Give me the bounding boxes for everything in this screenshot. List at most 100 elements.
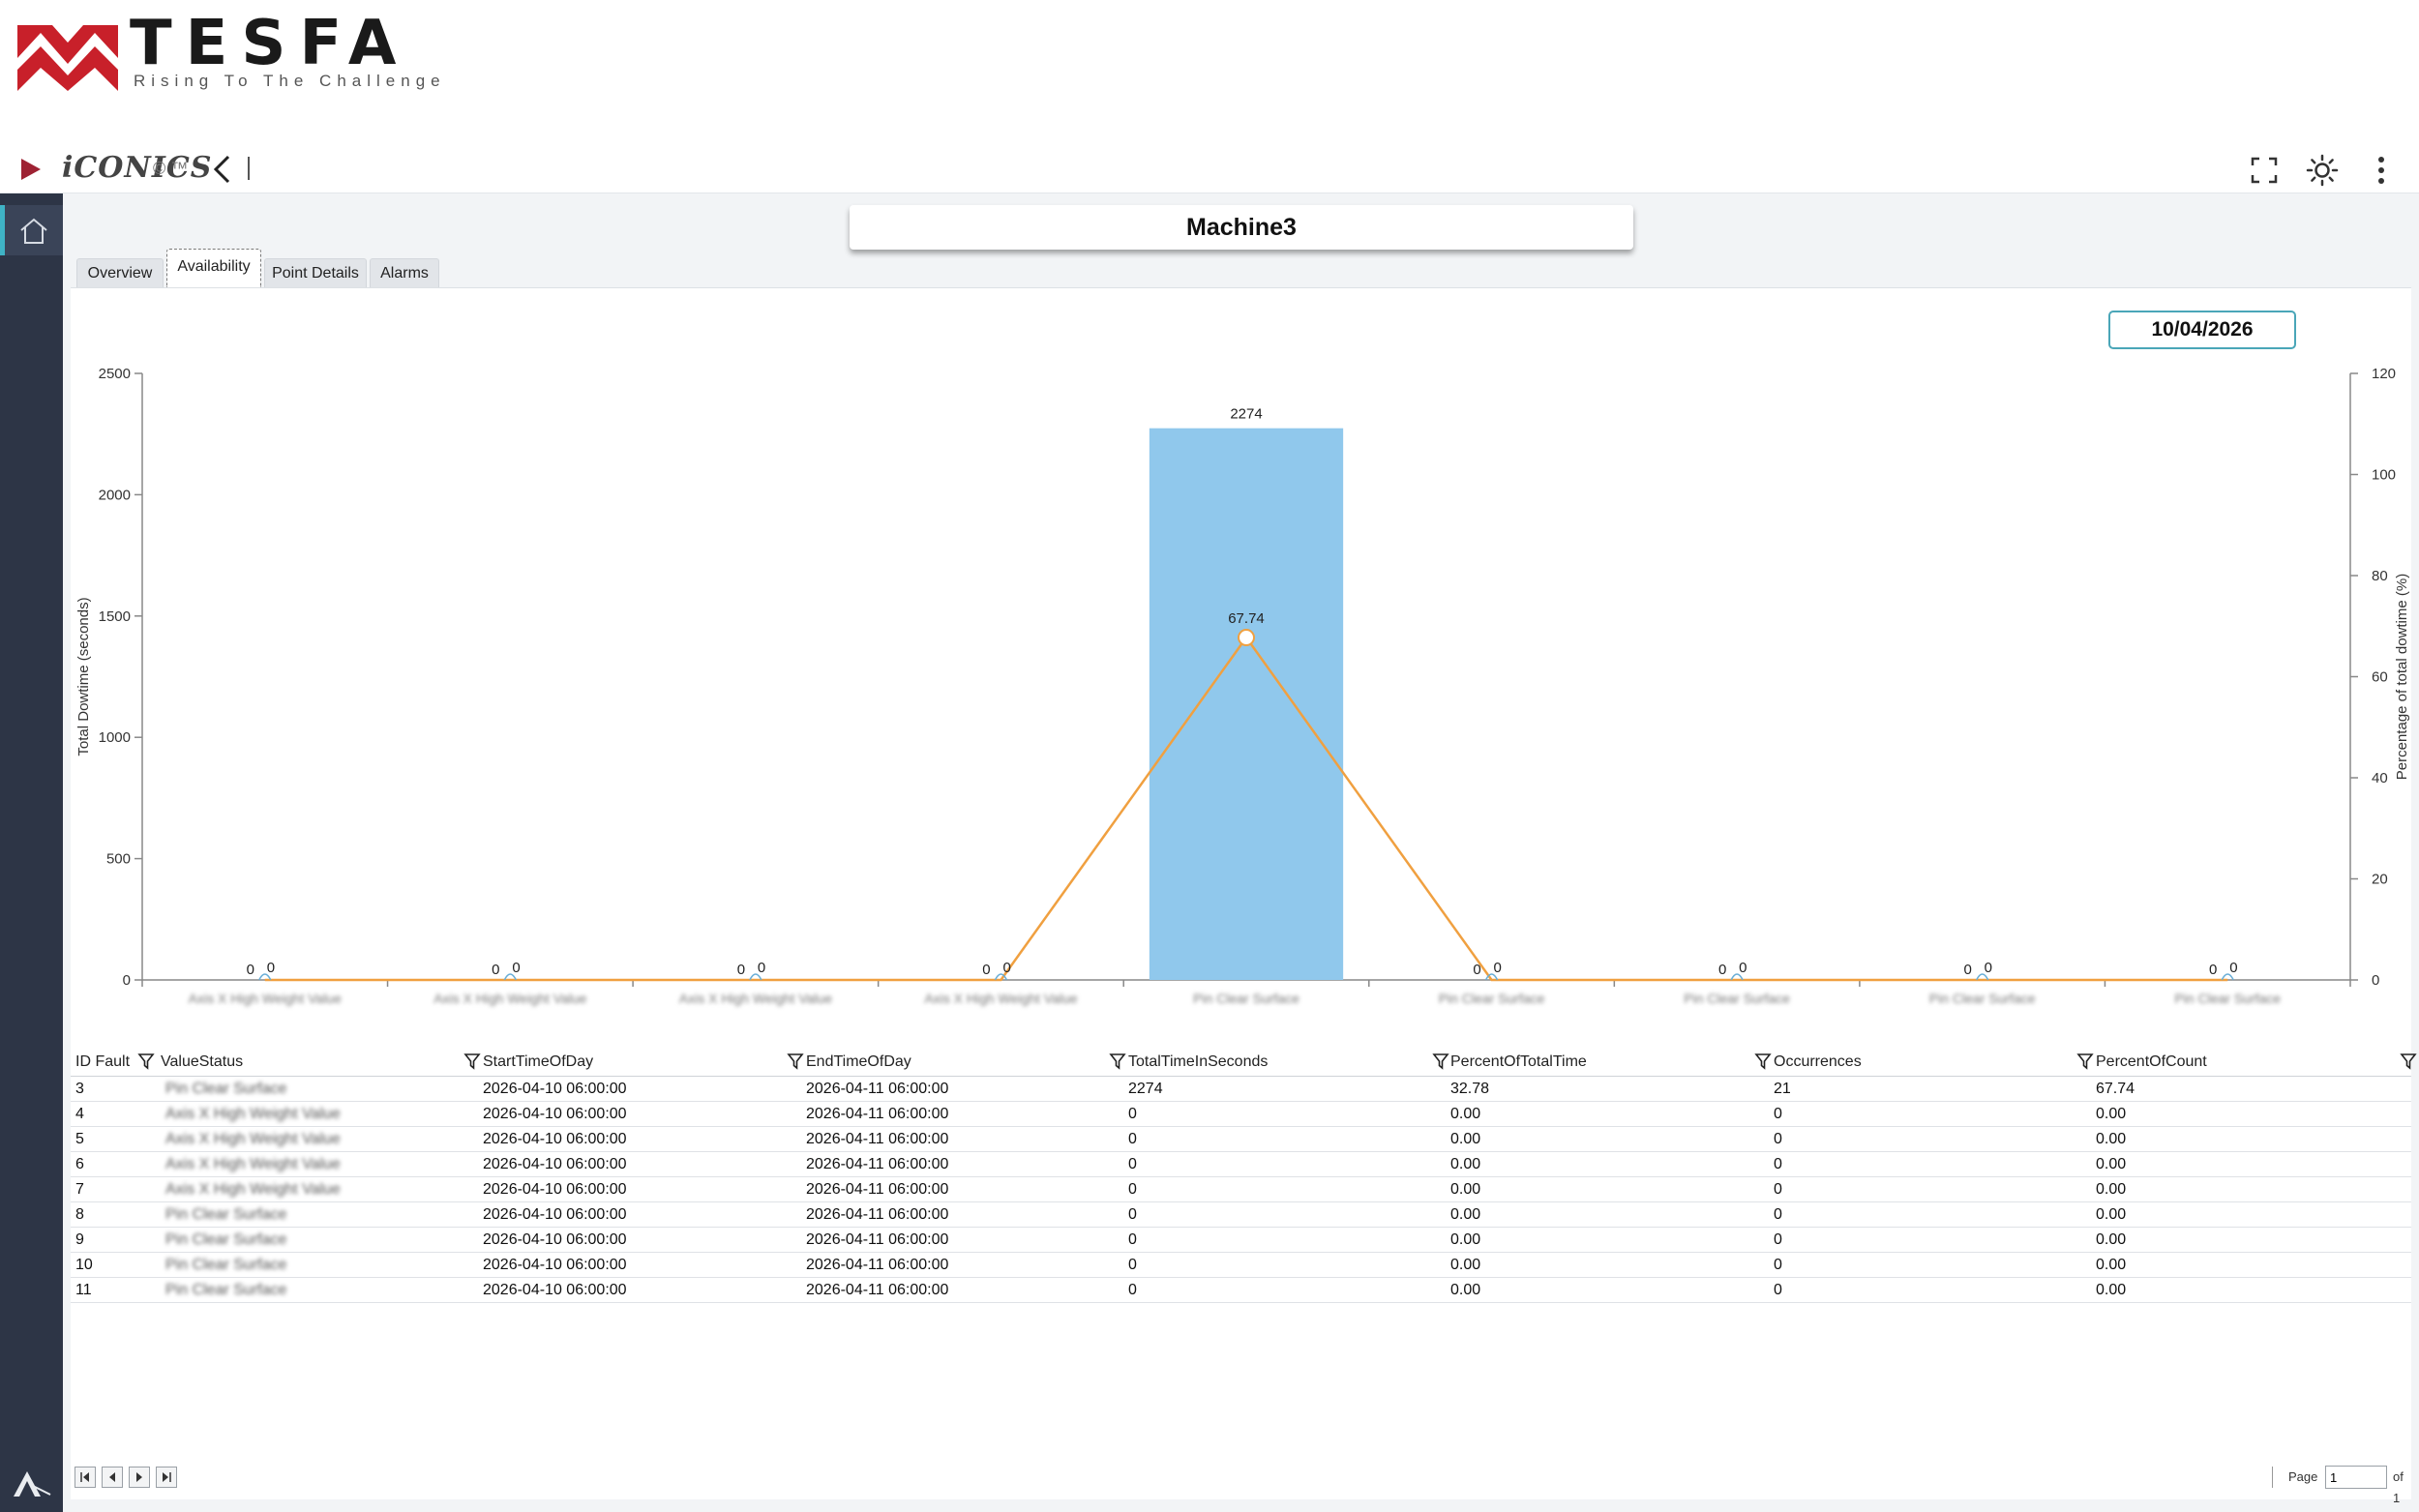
back-chevron-icon[interactable] xyxy=(207,153,236,186)
line-value-label: 0 xyxy=(2229,960,2237,976)
table-cell: 0.00 xyxy=(2096,1231,2127,1248)
y-tick-label: 1000 xyxy=(99,729,131,746)
brightness-icon[interactable] xyxy=(2305,153,2340,188)
page-number-input[interactable] xyxy=(2325,1466,2387,1489)
column-header[interactable]: StartTimeOfDay xyxy=(483,1048,593,1077)
table-cell: 0 xyxy=(1128,1181,1137,1198)
table-cell: 2026-04-10 06:00:00 xyxy=(483,1257,627,1273)
table-cell: Axis X High Weight Value xyxy=(165,1131,341,1147)
table-cell: 0 xyxy=(1774,1257,1782,1273)
fullscreen-icon[interactable] xyxy=(2247,153,2282,188)
iconics-logo: iCONICS xyxy=(62,151,213,185)
bar-value-label: 0 xyxy=(1473,962,1480,978)
table-cell: 0.00 xyxy=(2096,1156,2127,1172)
table-row[interactable]: 9 Pin Clear Surface 2026-04-10 06:00:00 202… xyxy=(71,1228,2411,1253)
filter-icon[interactable] xyxy=(1432,1052,1449,1070)
downtime-chart: 0 500 1000 1500 2000 2500 0 20 40 60 80 100 120 Total… xyxy=(75,366,2410,1006)
table-cell: 2026-04-11 06:00:00 xyxy=(806,1206,949,1223)
y-tick-label: 1500 xyxy=(99,608,131,625)
table-cell: 0 xyxy=(1774,1206,1782,1223)
next-page-button[interactable] xyxy=(129,1467,150,1488)
table-cell: 0.00 xyxy=(1450,1257,1481,1273)
table-row[interactable]: 5 Axis X High Weight Value 2026-04-10 06:0… xyxy=(71,1127,2411,1152)
table-cell: 2026-04-10 06:00:00 xyxy=(483,1181,627,1198)
bar-value-label: 0 xyxy=(247,962,254,978)
table-cell: 2026-04-10 06:00:00 xyxy=(483,1081,627,1097)
table-cell: 0.00 xyxy=(1450,1156,1481,1172)
table-cell: 2026-04-11 06:00:00 xyxy=(806,1106,949,1122)
x-category-label: Pin Clear Surface xyxy=(1193,991,1299,1006)
y-tick-label: 2500 xyxy=(99,366,131,382)
table-cell: 2026-04-10 06:00:00 xyxy=(483,1282,627,1298)
tab-availability[interactable]: Availability xyxy=(166,249,261,287)
table-cell: Axis X High Weight Value xyxy=(165,1156,341,1172)
prev-page-button[interactable] xyxy=(102,1467,123,1488)
availability-panel: 10/04/2026 0 500 1000 1500 2000 2500 0 20 40 60 80… xyxy=(71,287,2417,1505)
x-category-label: Pin Clear Surface xyxy=(1684,991,1790,1006)
x-category-label: Pin Clear Surface xyxy=(1929,991,2036,1006)
table-row[interactable]: 10 Pin Clear Surface 2026-04-10 06:00:00 20… xyxy=(71,1253,2411,1278)
table-row[interactable]: 6 Axis X High Weight Value 2026-04-10 06:0… xyxy=(71,1152,2411,1177)
filter-icon[interactable] xyxy=(463,1052,481,1070)
sidebar-item-home[interactable] xyxy=(0,205,63,255)
tab-point-details[interactable]: Point Details xyxy=(264,258,367,287)
pager-divider xyxy=(2272,1467,2273,1488)
pager: Page of 1 xyxy=(71,1463,2411,1505)
table-cell: 8 xyxy=(75,1206,84,1223)
filter-icon[interactable] xyxy=(2076,1052,2094,1070)
column-header[interactable]: TotalTimeInSeconds xyxy=(1128,1048,1268,1077)
table-row[interactable]: 4 Axis X High Weight Value 2026-04-10 06:0… xyxy=(71,1102,2411,1127)
bar-value-label: 0 xyxy=(1963,962,1971,978)
filter-icon[interactable] xyxy=(787,1052,804,1070)
x-category-label: Axis X High Weight Value xyxy=(924,991,1077,1006)
table-cell: 0.00 xyxy=(2096,1181,2127,1198)
table-row[interactable]: 11 Pin Clear Surface 2026-04-10 06:00:00 20… xyxy=(71,1278,2411,1303)
page-label: Page xyxy=(2288,1469,2318,1484)
table-cell: 2026-04-10 06:00:00 xyxy=(483,1206,627,1223)
line-value-label: 0 xyxy=(267,960,275,976)
column-header[interactable]: ValueStatus xyxy=(161,1048,243,1077)
table-cell: 11 xyxy=(75,1282,92,1298)
filter-icon[interactable] xyxy=(2400,1052,2417,1070)
filter-icon[interactable] xyxy=(137,1052,155,1070)
table-cell: 2026-04-11 06:00:00 xyxy=(806,1231,949,1248)
column-header[interactable]: ID Fault xyxy=(75,1048,130,1077)
table-row[interactable]: 7 Axis X High Weight Value 2026-04-10 06:0… xyxy=(71,1177,2411,1202)
table-cell: 0.00 xyxy=(1450,1131,1481,1147)
first-page-button[interactable] xyxy=(75,1467,96,1488)
more-vertical-icon[interactable] xyxy=(2364,153,2399,188)
table-cell: 67.74 xyxy=(2096,1081,2135,1097)
table-cell: 0.00 xyxy=(1450,1231,1481,1248)
table-cell: 2026-04-11 06:00:00 xyxy=(806,1156,949,1172)
table-cell: 0 xyxy=(1774,1106,1782,1122)
column-header[interactable]: EndTimeOfDay xyxy=(806,1048,911,1077)
filter-icon[interactable] xyxy=(1754,1052,1772,1070)
sidebar xyxy=(0,193,63,1512)
table-cell: 6 xyxy=(75,1156,84,1172)
table-header: ID Fault ValueStatus StartTimeOfDay EndTime… xyxy=(71,1048,2417,1077)
play-icon[interactable] xyxy=(19,157,43,182)
filter-icon[interactable] xyxy=(1109,1052,1126,1070)
table-cell: Pin Clear Surface xyxy=(165,1081,287,1097)
fault-table: ID Fault ValueStatus StartTimeOfDay EndTime… xyxy=(71,1048,2417,1303)
y2-tick-label: 120 xyxy=(2372,366,2396,382)
tab-alarms[interactable]: Alarms xyxy=(370,258,439,287)
table-cell: 0 xyxy=(1128,1206,1137,1223)
table-cell: 2026-04-11 06:00:00 xyxy=(806,1257,949,1273)
y2-tick-label: 100 xyxy=(2372,467,2396,484)
column-header[interactable]: Occurrences xyxy=(1774,1048,1862,1077)
table-row[interactable]: 8 Pin Clear Surface 2026-04-10 06:00:00 202… xyxy=(71,1202,2411,1228)
column-header[interactable]: PercentOfCount xyxy=(2096,1048,2207,1077)
table-cell: 0 xyxy=(1774,1181,1782,1198)
table-row[interactable]: 3 Pin Clear Surface 2026-04-10 06:00:00 202… xyxy=(71,1077,2411,1102)
last-page-button[interactable] xyxy=(156,1467,177,1488)
table-body: 3 Pin Clear Surface 2026-04-10 06:00:00 202… xyxy=(71,1077,2411,1303)
table-cell: 0.00 xyxy=(2096,1206,2127,1223)
app-toolbar: iCONICS © ™ xyxy=(0,145,2419,193)
toolbar-divider xyxy=(248,157,250,180)
line-value-label: 0 xyxy=(758,960,765,976)
tab-overview[interactable]: Overview xyxy=(76,258,164,287)
column-header[interactable]: PercentOfTotalTime xyxy=(1450,1048,1587,1077)
table-cell: 2026-04-10 06:00:00 xyxy=(483,1131,627,1147)
x-category-label: Axis X High Weight Value xyxy=(679,991,832,1006)
